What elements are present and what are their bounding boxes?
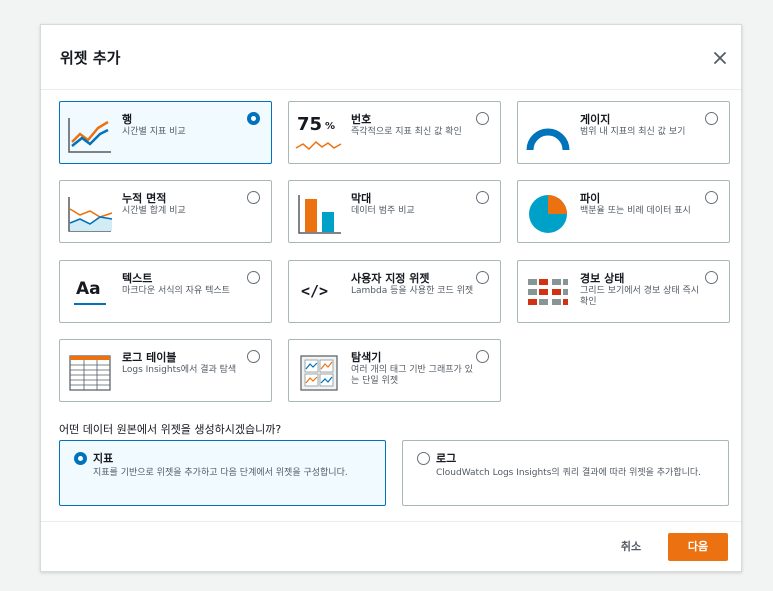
number-icon-value: 75 <box>297 114 323 135</box>
close-button[interactable] <box>711 49 729 67</box>
widget-description: 여러 개의 태그 기반 그래프가 있는 단일 위젯 <box>351 365 473 386</box>
modal-title: 위젯 추가 <box>60 49 121 67</box>
widget-tile-gauge[interactable]: 게이지 범위 내 지표의 최신 값 보기 <box>517 101 730 164</box>
widget-title: 사용자 지정 위젯 <box>351 272 430 285</box>
source-radio-logs[interactable] <box>417 452 430 465</box>
header-divider <box>41 89 741 90</box>
widget-title: 막대 <box>351 192 372 205</box>
widget-description: 즉각적으로 지표 최신 값 확인 <box>351 127 462 137</box>
text-icon-glyph: Aa <box>76 279 101 299</box>
number-icon-percent: % <box>325 121 336 132</box>
widget-radio-number[interactable] <box>476 112 489 125</box>
widget-radio-log-table[interactable] <box>247 350 260 363</box>
widget-radio-explorer[interactable] <box>476 350 489 363</box>
gauge-icon <box>526 128 570 151</box>
widget-radio-text[interactable] <box>247 271 260 284</box>
source-title: 지표 <box>93 452 114 465</box>
widget-description: Logs Insights에서 결과 탐색 <box>122 365 237 375</box>
widget-description: 시간별 지표 비교 <box>122 127 186 137</box>
widget-title: 게이지 <box>580 113 611 126</box>
sparkline-icon <box>295 140 342 151</box>
widget-tile-stacked-area[interactable]: 누적 면적 시간별 합계 비교 <box>59 180 272 243</box>
widget-title: 행 <box>122 113 133 126</box>
widget-radio-alarm-status[interactable] <box>705 271 718 284</box>
widget-radio-stacked-area[interactable] <box>247 191 260 204</box>
widget-tile-log-table[interactable]: 로그 테이블 Logs Insights에서 결과 탐색 <box>59 339 272 402</box>
table-icon <box>69 355 111 391</box>
source-option-logs[interactable]: 로그 CloudWatch Logs Insights의 쿼리 결과에 따라 위… <box>402 440 729 506</box>
widget-title: 파이 <box>580 192 601 205</box>
number-icon: 75 % <box>295 112 343 156</box>
source-description: 지표를 기반으로 위젯을 추가하고 다음 단계에서 위젯을 구성합니다. <box>93 468 348 478</box>
widget-title: 경보 상태 <box>580 272 625 285</box>
widget-tile-bar[interactable]: 막대 데이터 범주 비교 <box>288 180 501 243</box>
cancel-button[interactable]: 취소 <box>607 533 655 561</box>
widget-description: 범위 내 지표의 최신 값 보기 <box>580 127 686 137</box>
text-icon: Aa <box>66 271 114 315</box>
widget-description: 시간별 합계 비교 <box>122 206 186 216</box>
widget-tile-pie[interactable]: 파이 백분율 또는 비례 데이터 표시 <box>517 180 730 243</box>
widget-description: 데이터 범주 비교 <box>351 206 415 216</box>
widget-title: 탐색기 <box>351 351 382 364</box>
widget-tile-explorer[interactable]: 탐색기 여러 개의 태그 기반 그래프가 있는 단일 위젯 <box>288 339 501 402</box>
widget-radio-bar[interactable] <box>476 191 489 204</box>
code-icon-glyph: </> <box>301 282 329 300</box>
widget-radio-gauge[interactable] <box>705 112 718 125</box>
footer-divider <box>41 521 741 522</box>
widget-description: Lambda 등을 사용한 코드 위젯 <box>351 286 474 296</box>
add-widget-modal: 위젯 추가 행 시간별 지표 비교 75 % 번호 즉각적으로 지표 최신 값 … <box>40 24 742 572</box>
widget-description: 그리드 보기에서 경보 상태 즉시 확인 <box>580 286 700 307</box>
explorer-icon <box>300 355 338 391</box>
widget-title: 번호 <box>351 113 372 126</box>
widget-tile-custom[interactable]: </> 사용자 지정 위젯 Lambda 등을 사용한 코드 위젯 <box>288 260 501 323</box>
line-chart-icon <box>68 118 111 153</box>
widget-tile-alarm-status[interactable]: 경보 상태 그리드 보기에서 경보 상태 즉시 확인 <box>517 260 730 323</box>
widget-description: 마크다운 서식의 자유 텍스트 <box>122 286 230 296</box>
code-icon: </> <box>295 271 343 315</box>
widget-radio-pie[interactable] <box>705 191 718 204</box>
pie-chart-icon <box>529 195 567 233</box>
widget-tile-line[interactable]: 행 시간별 지표 비교 <box>59 101 272 164</box>
widget-tile-text[interactable]: Aa 텍스트 마크다운 서식의 자유 텍스트 <box>59 260 272 323</box>
close-icon <box>714 52 726 64</box>
modal-header: 위젯 추가 <box>41 25 741 89</box>
widget-description: 백분율 또는 비례 데이터 표시 <box>580 206 691 216</box>
source-radio-metrics[interactable] <box>74 452 87 465</box>
widget-title: 누적 면적 <box>122 192 167 205</box>
widget-title: 로그 테이블 <box>122 351 177 364</box>
widget-radio-custom[interactable] <box>476 271 489 284</box>
widget-radio-line[interactable] <box>247 112 260 125</box>
stacked-area-icon <box>68 197 113 232</box>
source-description: CloudWatch Logs Insights의 쿼리 결과에 따라 위젯을 … <box>436 468 702 478</box>
source-title: 로그 <box>436 452 457 465</box>
data-source-question: 어떤 데이터 원본에서 위젯을 생성하시겠습니까? <box>59 423 282 436</box>
bar-chart-icon <box>298 195 341 234</box>
next-button[interactable]: 다음 <box>668 533 728 561</box>
widget-tile-number[interactable]: 75 % 번호 즉각적으로 지표 최신 값 확인 <box>288 101 501 164</box>
source-option-metrics[interactable]: 지표 지표를 기반으로 위젯을 추가하고 다음 단계에서 위젯을 구성합니다. <box>59 440 386 506</box>
widget-title: 텍스트 <box>122 272 153 285</box>
alarm-grid-icon <box>528 279 568 305</box>
